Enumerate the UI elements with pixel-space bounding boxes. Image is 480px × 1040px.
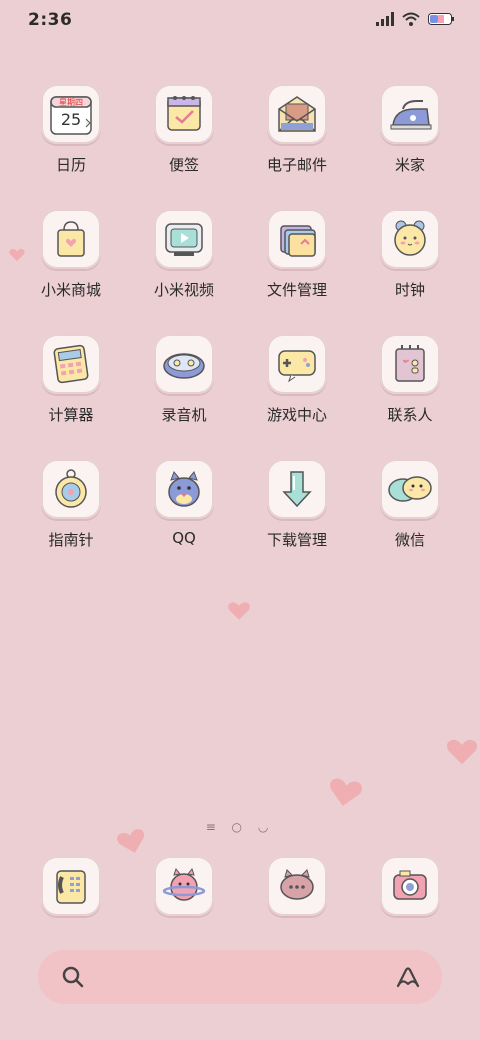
cat-planet-icon	[162, 867, 206, 901]
notes-icon	[167, 96, 201, 131]
gamepad-icon	[278, 350, 316, 383]
app-compass[interactable]: 指南针	[21, 459, 121, 550]
dock	[0, 856, 480, 926]
page-indicator[interactable]: ≡ ○ ◡	[0, 820, 480, 834]
tv-icon	[165, 223, 203, 256]
penguin-icon	[168, 471, 200, 507]
dock-camera[interactable]	[360, 856, 460, 916]
email-icon	[278, 96, 316, 132]
folder-icon	[280, 225, 316, 257]
app-wechat[interactable]: 微信	[360, 459, 460, 550]
signal-icon	[376, 12, 394, 26]
app-recorder[interactable]: 录音机	[134, 334, 234, 425]
download-arrow-icon	[282, 471, 312, 508]
app-mi-video[interactable]: 小米视频	[134, 209, 234, 300]
heart-decoration	[447, 739, 477, 765]
app-calendar[interactable]: 星期四 25 日历	[21, 84, 121, 175]
app-game-center[interactable]: 游戏中心	[247, 334, 347, 425]
svg-text:25: 25	[61, 110, 81, 129]
contacts-icon	[395, 345, 425, 382]
app-calculator[interactable]: 计算器	[21, 334, 121, 425]
app-mijia[interactable]: 米家	[360, 84, 460, 175]
tape-recorder-icon	[163, 353, 205, 379]
phone-icon	[56, 870, 86, 904]
app-label: 指南针	[48, 531, 94, 549]
app-label: QQ	[172, 529, 196, 547]
app-label: 微信	[394, 531, 425, 549]
app-label: 电子邮件	[266, 156, 327, 174]
calculator-icon	[53, 344, 89, 384]
app-label: 计算器	[48, 406, 94, 424]
dock-browser[interactable]	[134, 856, 234, 916]
heart-decoration	[9, 248, 25, 262]
battery-icon	[428, 13, 454, 25]
app-file-manager[interactable]: 文件管理	[247, 209, 347, 300]
cat-message-icon	[280, 869, 314, 900]
app-label: 联系人	[387, 406, 433, 424]
app-label: 小米商城	[40, 281, 101, 299]
search-bar[interactable]	[38, 950, 442, 1004]
alarm-clock-icon	[394, 220, 426, 256]
camera-icon	[393, 870, 427, 900]
heart-decoration	[330, 778, 363, 806]
dock-phone[interactable]	[21, 856, 121, 916]
app-label: 游戏中心	[266, 406, 327, 424]
app-label: 日历	[55, 156, 86, 174]
app-downloads[interactable]: 下载管理	[247, 459, 347, 550]
app-qq[interactable]: QQ	[134, 459, 234, 547]
app-email[interactable]: 电子邮件	[247, 84, 347, 175]
app-mi-store[interactable]: 小米商城	[21, 209, 121, 300]
app-clock[interactable]: 时钟	[360, 209, 460, 300]
chat-bubbles-icon	[388, 476, 432, 502]
status-bar: 2:36	[0, 0, 480, 40]
app-label: 便签	[168, 156, 199, 174]
app-label: 下载管理	[266, 531, 327, 549]
compass-icon	[55, 469, 87, 508]
app-label: 录音机	[161, 406, 207, 424]
calendar-icon: 星期四 25	[50, 96, 92, 135]
shopping-bag-icon	[57, 221, 85, 257]
heart-decoration	[228, 602, 250, 620]
iron-icon	[390, 100, 432, 130]
app-notes[interactable]: 便签	[134, 84, 234, 175]
svg-text:星期四: 星期四	[59, 98, 83, 107]
app-contacts[interactable]: 联系人	[360, 334, 460, 425]
status-time: 2:36	[28, 10, 73, 30]
app-label: 文件管理	[266, 281, 327, 299]
assistant-icon[interactable]	[394, 964, 422, 990]
wifi-icon	[402, 12, 420, 26]
search-icon	[62, 966, 84, 988]
app-label: 小米视频	[153, 281, 214, 299]
app-label: 时钟	[394, 281, 425, 299]
app-label: 米家	[394, 156, 425, 174]
status-icons	[376, 12, 454, 26]
dock-messages[interactable]	[247, 856, 347, 916]
